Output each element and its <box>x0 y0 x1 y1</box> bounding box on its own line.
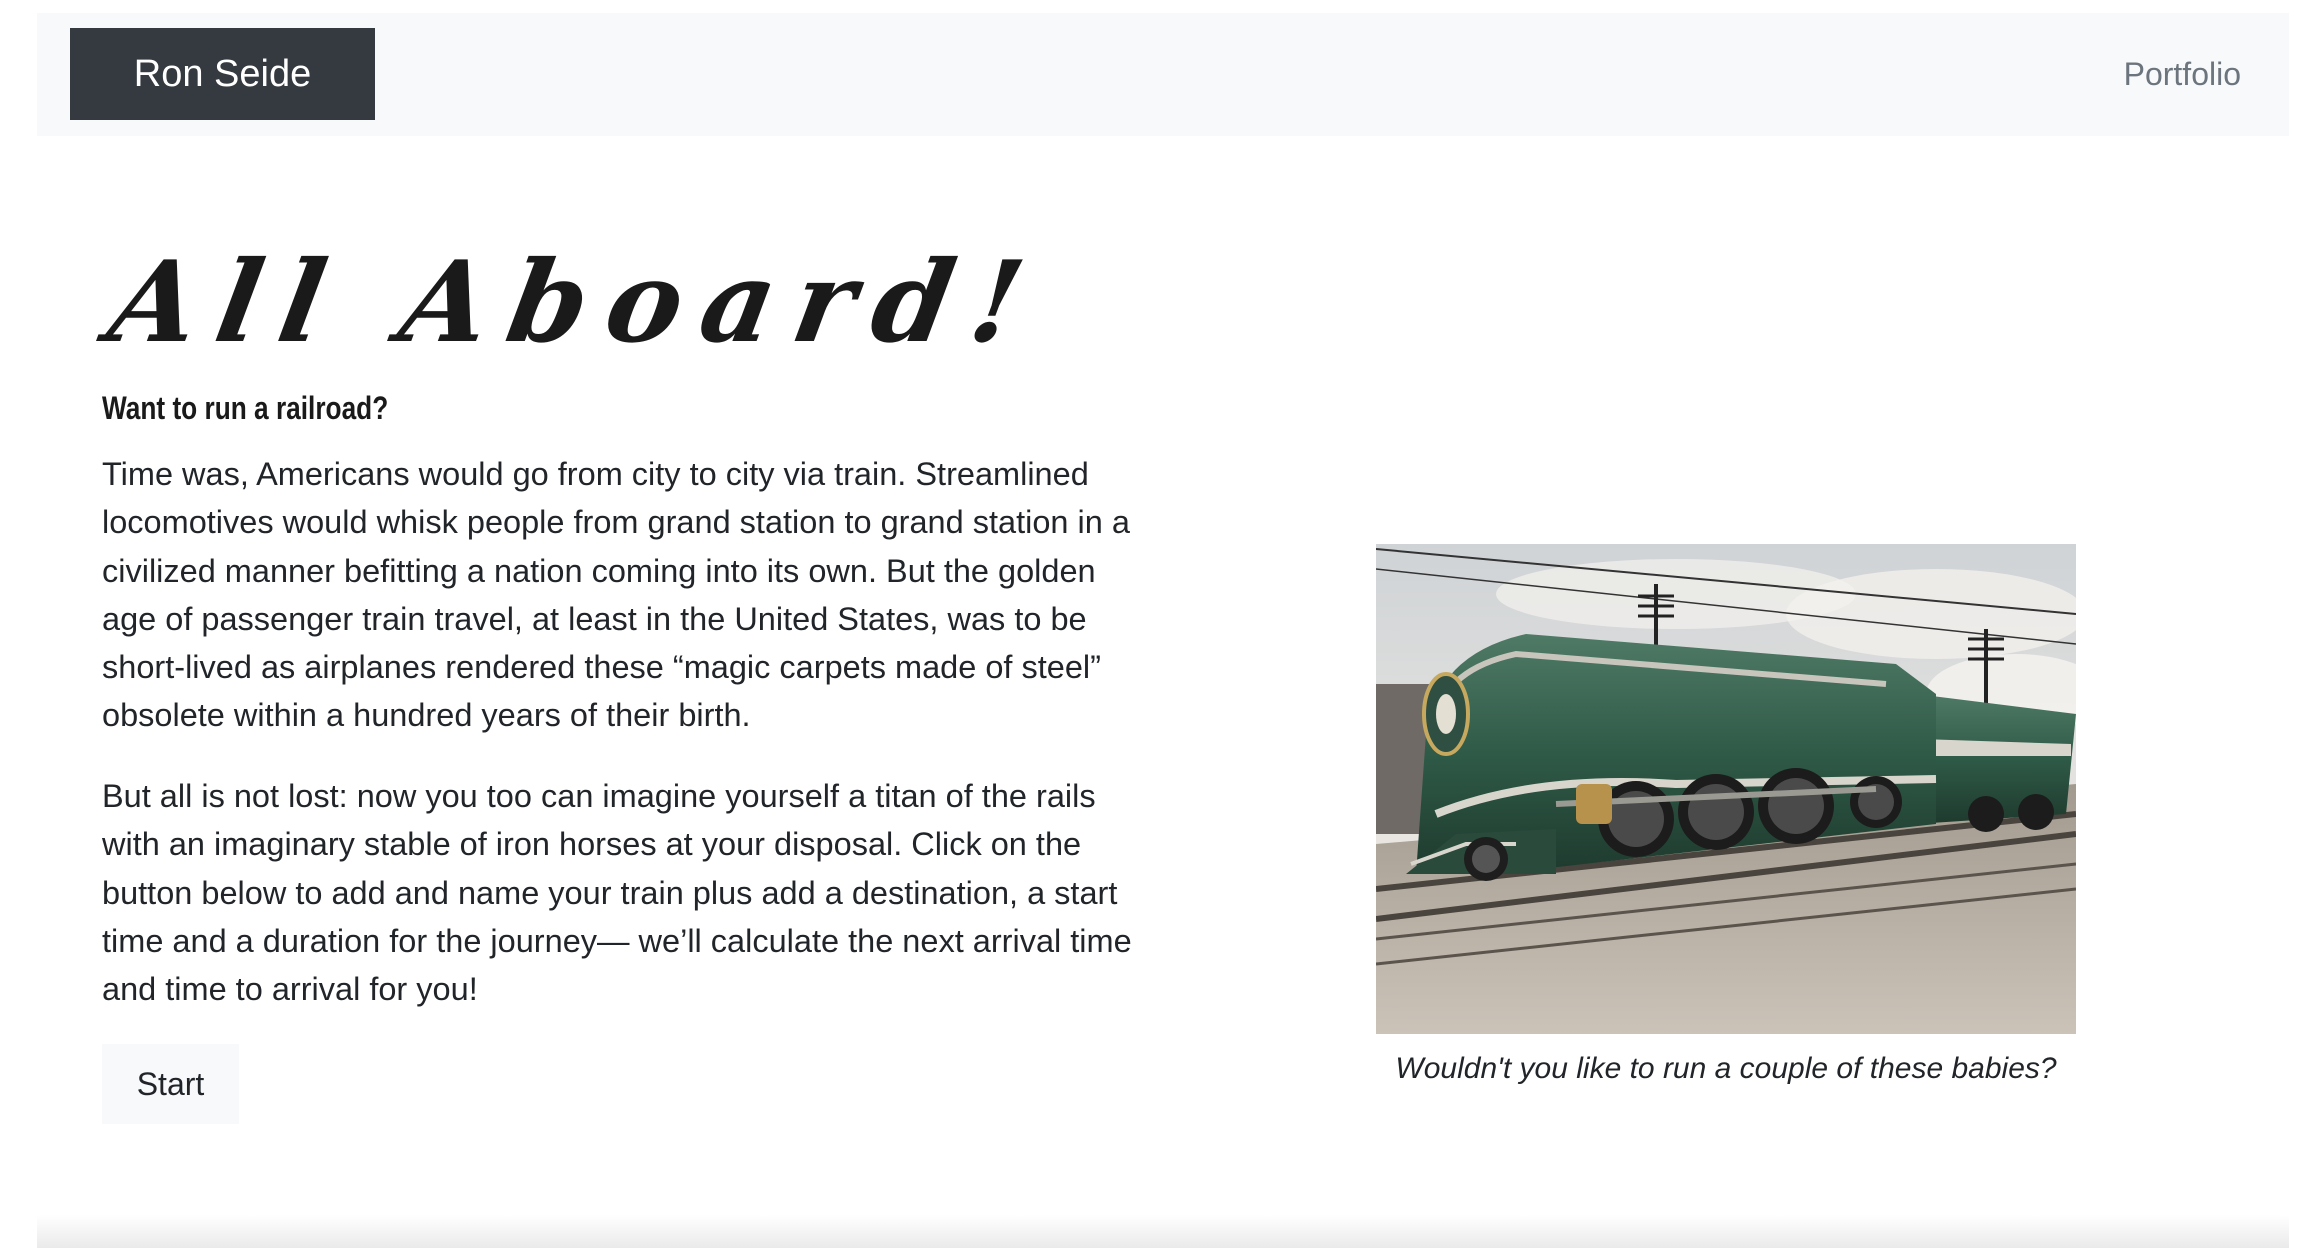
page-title: All Aboard! <box>100 237 1054 368</box>
navbar: Ron Seide Portfolio <box>37 13 2289 136</box>
instructions-paragraph: But all is not lost: now you too can ima… <box>102 778 1132 1008</box>
photo-caption: Wouldn't you like to run a couple of the… <box>1395 1052 2057 1085</box>
intro-paragraph: Time was, Americans would go from city t… <box>102 456 1130 734</box>
page-subtitle: Want to run a railroad? <box>102 390 389 426</box>
brand-logo[interactable]: Ron Seide <box>70 28 375 120</box>
train-photo <box>1376 544 2076 1034</box>
nav-link-portfolio[interactable]: Portfolio <box>2124 13 2241 136</box>
start-button[interactable]: Start <box>102 1044 239 1124</box>
footer-shadow <box>37 1215 2289 1248</box>
